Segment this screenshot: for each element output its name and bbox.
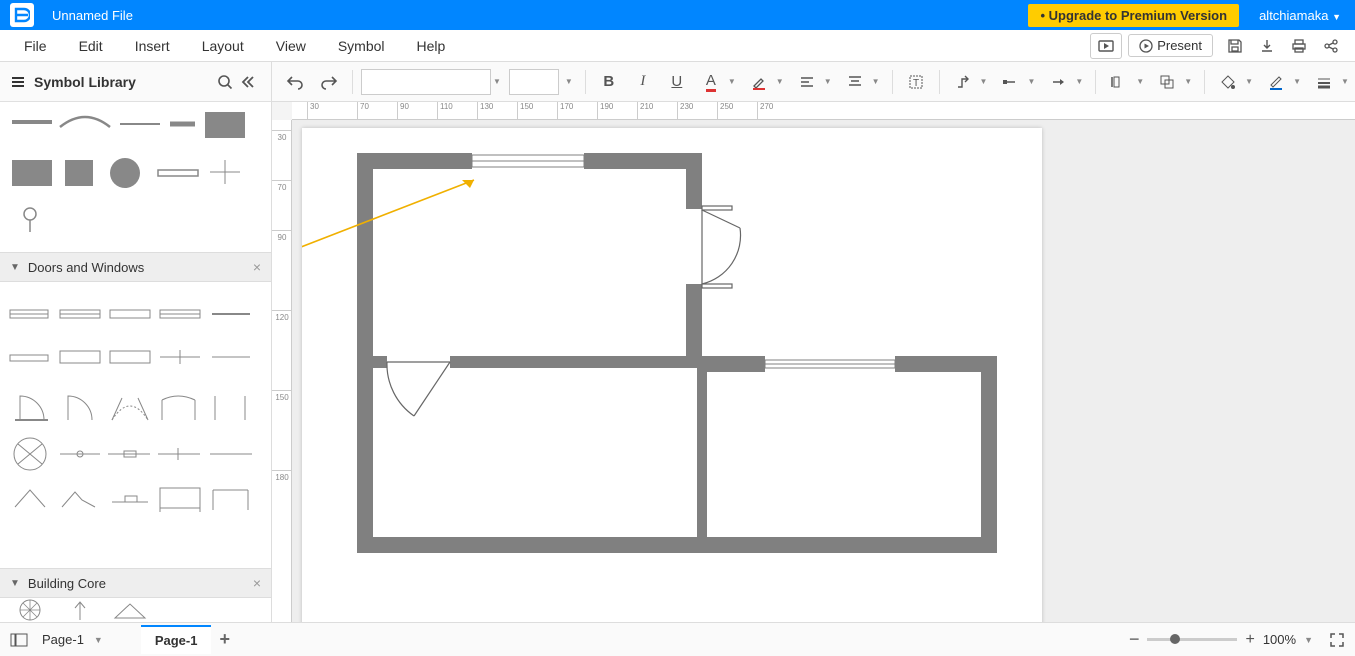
library-search-icon[interactable]	[217, 74, 239, 90]
font-color-button[interactable]: A	[696, 68, 726, 96]
save-icon[interactable]	[1219, 32, 1251, 60]
font-size-select[interactable]	[509, 69, 559, 95]
connector-button[interactable]	[948, 68, 978, 96]
user-menu[interactable]: altchiamaka ▼	[1259, 8, 1341, 23]
undo-button[interactable]	[280, 68, 310, 96]
section-doors-windows[interactable]: ▼ Doors and Windows ×	[0, 252, 271, 282]
upgrade-button[interactable]: • Upgrade to Premium Version	[1028, 4, 1239, 27]
fullscreen-icon[interactable]	[1329, 632, 1345, 648]
library-collapse-icon[interactable]	[239, 74, 261, 90]
present-button[interactable]: Present	[1128, 34, 1213, 57]
menu-layout[interactable]: Layout	[186, 32, 260, 60]
shapes-preview-area[interactable]	[0, 102, 271, 252]
zoom-in-button[interactable]: +	[1245, 631, 1254, 649]
floor-plan-drawing[interactable]	[302, 128, 1042, 622]
menu-file[interactable]: File	[8, 32, 63, 60]
doors-windows-shapes[interactable]	[0, 282, 271, 568]
app-logo	[10, 3, 34, 27]
file-name[interactable]: Unnamed File	[52, 8, 133, 23]
status-bar: Page-1▼ Page-1 + − + 100%▼	[0, 622, 1355, 656]
canvas-page[interactable]	[302, 128, 1042, 622]
symbol-library-panel: Symbol Library ▼	[0, 62, 272, 622]
line-end1-button[interactable]	[995, 68, 1025, 96]
page-tab[interactable]: Page-1	[141, 625, 212, 654]
redo-button[interactable]	[314, 68, 344, 96]
chevron-down-icon: ▼	[10, 578, 20, 589]
line-style-button[interactable]	[1309, 68, 1339, 96]
pages-panel-icon[interactable]	[10, 633, 28, 647]
highlight-button[interactable]	[744, 68, 774, 96]
library-title: Symbol Library	[34, 74, 217, 90]
print-icon[interactable]	[1283, 32, 1315, 60]
canvas-area[interactable]: 30 70 90 110 130 150 170 190 210 230 250…	[272, 102, 1355, 622]
library-icon	[10, 74, 26, 90]
zoom-out-button[interactable]: −	[1129, 629, 1140, 650]
text-tool-button[interactable]: T	[901, 68, 931, 96]
zoom-slider[interactable]	[1147, 638, 1237, 641]
slideshow-button[interactable]	[1090, 33, 1122, 59]
annotation-arrow	[302, 180, 474, 324]
menu-help[interactable]: Help	[401, 32, 462, 60]
close-section-icon[interactable]: ×	[253, 575, 261, 591]
zoom-level[interactable]: 100%	[1263, 632, 1296, 647]
download-icon[interactable]	[1251, 32, 1283, 60]
building-core-shapes[interactable]	[0, 598, 271, 622]
vertical-ruler: 30 70 90 120 150 180	[272, 120, 292, 622]
menu-symbol[interactable]: Symbol	[322, 32, 401, 60]
section-building-core[interactable]: ▼ Building Core ×	[0, 568, 271, 598]
svg-text:T: T	[912, 78, 918, 89]
align-objects-button[interactable]	[1104, 68, 1134, 96]
close-section-icon[interactable]: ×	[253, 259, 261, 275]
menu-edit[interactable]: Edit	[63, 32, 119, 60]
menu-view[interactable]: View	[260, 32, 322, 60]
formatting-toolbar: ▼ ▼ B I U A▼ ▼ ▼ ▼ T ▼ ▼ ▼ ▼ ▼ ▼ ▼ ▼	[272, 62, 1355, 102]
menu-insert[interactable]: Insert	[119, 32, 186, 60]
page-select[interactable]: Page-1▼	[34, 628, 111, 651]
add-page-button[interactable]: +	[219, 629, 230, 650]
underline-button[interactable]: U	[662, 68, 692, 96]
chevron-down-icon: ▼	[10, 262, 20, 273]
valign-button[interactable]	[840, 68, 870, 96]
share-icon[interactable]	[1315, 32, 1347, 60]
font-family-select[interactable]	[361, 69, 491, 95]
align-button[interactable]	[792, 68, 822, 96]
line-color-button[interactable]	[1261, 68, 1291, 96]
bold-button[interactable]: B	[594, 68, 624, 96]
horizontal-ruler: 30 70 90 110 130 150 170 190 210 230 250…	[292, 102, 1355, 120]
fill-button[interactable]	[1213, 68, 1243, 96]
group-button[interactable]	[1152, 68, 1182, 96]
line-end2-button[interactable]	[1043, 68, 1073, 96]
italic-button[interactable]: I	[628, 68, 658, 96]
